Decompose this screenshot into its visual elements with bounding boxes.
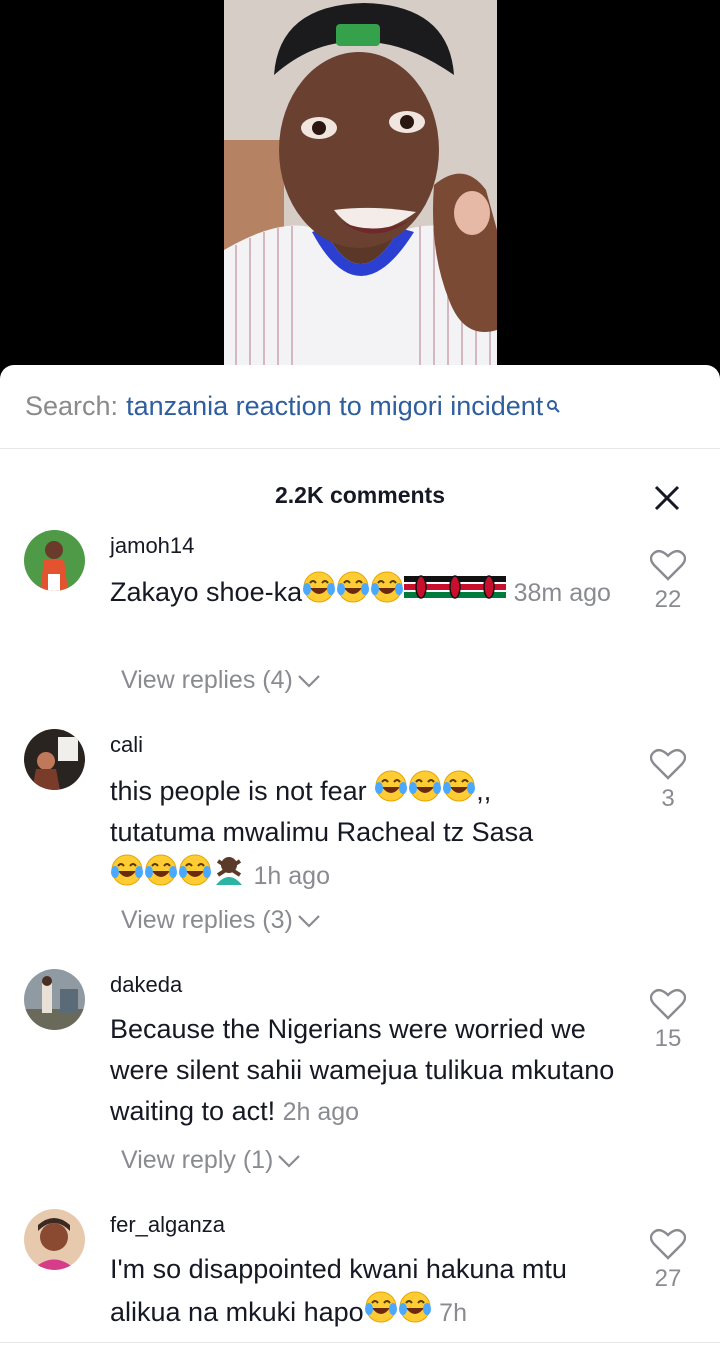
comment-body-line2: tutatuma mwalimu Racheal tz Sasa: [110, 817, 534, 847]
chevron-down-icon: [298, 914, 320, 928]
view-replies-button[interactable]: View replies (4): [121, 666, 321, 695]
avatar[interactable]: [24, 729, 85, 790]
view-replies-label: View replies (3): [121, 906, 293, 934]
like-count: 22: [654, 586, 682, 613]
search-icon[interactable]: [546, 389, 561, 413]
comment-text: Zakayo shoe-ka 38m ago: [110, 570, 630, 614]
comment-username[interactable]: fer_alganza: [110, 1211, 225, 1239]
view-replies-label: View replies (4): [121, 666, 293, 694]
divider: [0, 1342, 720, 1343]
video-thumbnail: [224, 0, 497, 380]
kenya-flag-icon: [404, 575, 439, 599]
kenya-flag-icon: [472, 575, 507, 599]
kenya-flag-icon: [438, 575, 473, 599]
laughing-tears-emoji-icon: [408, 770, 443, 802]
view-replies-label: View reply (1): [121, 1146, 274, 1174]
comment-username[interactable]: jamoh14: [110, 532, 194, 560]
comment-timestamp: 1h ago: [253, 862, 330, 890]
like-count: 3: [661, 785, 675, 812]
like-column: 22: [645, 548, 691, 614]
comment-timestamp: 38m ago: [513, 579, 611, 607]
comment-timestamp: 2h ago: [282, 1098, 360, 1126]
comment-body-suffix: ,,: [476, 776, 492, 806]
search-suggestion[interactable]: Search: tanzania reaction to migori inci…: [0, 365, 720, 449]
close-icon[interactable]: [650, 481, 684, 515]
laughing-tears-emoji-icon: [370, 571, 405, 603]
laughing-tears-emoji-icon: [442, 770, 477, 802]
comment-text: I'm so disappointed kwani hakuna mtu ali…: [110, 1249, 630, 1334]
search-query-link[interactable]: tanzania reaction to migori incident: [126, 391, 543, 422]
comment-timestamp: 7h: [439, 1299, 467, 1327]
comment-text: Because the Nigerians were worried we we…: [110, 1009, 630, 1133]
comment-body: Zakayo shoe-ka: [110, 577, 303, 607]
comment-text: this people is not fear ,, tutatuma mwal…: [110, 769, 630, 897]
laughing-tears-emoji-icon: [374, 770, 409, 802]
comment-body: Because the Nigerians were worried we we…: [110, 1014, 615, 1126]
like-column: 3: [645, 747, 691, 813]
comment-username[interactable]: dakeda: [110, 971, 182, 999]
avatar[interactable]: [24, 1209, 85, 1270]
laughing-tears-emoji-icon: [110, 854, 144, 886]
like-count: 15: [654, 1025, 682, 1052]
chevron-down-icon: [298, 674, 320, 688]
like-column: 15: [645, 987, 691, 1053]
laughing-tears-emoji-icon: [363, 1291, 398, 1323]
comments-count: 2.2K comments: [274, 482, 445, 508]
laughing-tears-emoji-icon: [144, 854, 178, 886]
view-replies-button[interactable]: View replies (3): [121, 906, 321, 935]
heart-icon[interactable]: [650, 548, 686, 582]
comment-body: I'm so disappointed kwani hakuna mtu ali…: [110, 1254, 567, 1327]
like-count: 27: [654, 1265, 682, 1292]
search-prefix: Search:: [25, 391, 119, 421]
person-gesturing-no-emoji-icon: [214, 855, 244, 887]
laughing-tears-emoji-icon: [302, 571, 337, 603]
laughing-tears-emoji-icon: [178, 854, 212, 886]
video-player[interactable]: [0, 0, 720, 380]
heart-icon[interactable]: [650, 747, 686, 781]
like-column: 27: [645, 1227, 691, 1293]
laughing-tears-emoji-icon: [397, 1291, 432, 1323]
heart-icon[interactable]: [650, 987, 686, 1021]
view-replies-button[interactable]: View reply (1): [121, 1146, 301, 1175]
heart-icon[interactable]: [650, 1227, 686, 1261]
comment-body-line1: this people is not fear: [110, 776, 367, 806]
comment-username[interactable]: cali: [110, 731, 143, 759]
chevron-down-icon: [278, 1154, 301, 1168]
avatar[interactable]: [24, 969, 85, 1030]
laughing-tears-emoji-icon: [336, 571, 371, 603]
avatar[interactable]: [24, 530, 85, 591]
